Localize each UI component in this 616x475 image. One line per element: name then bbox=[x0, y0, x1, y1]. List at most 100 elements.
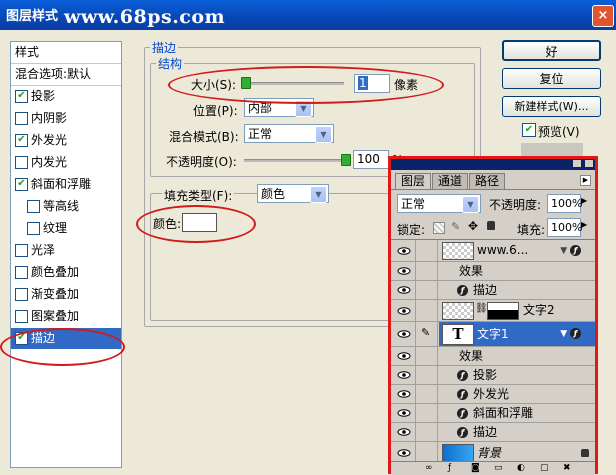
close-icon[interactable] bbox=[585, 160, 593, 167]
eye-icon[interactable] bbox=[393, 300, 416, 321]
eye-icon[interactable] bbox=[393, 347, 416, 365]
effect-row[interactable]: ƒ 描边 bbox=[391, 423, 595, 442]
fill-type-select[interactable]: 颜色 ▼ bbox=[257, 184, 329, 203]
link-layers-icon[interactable]: ∞ bbox=[425, 463, 433, 474]
eye-icon[interactable] bbox=[393, 281, 416, 299]
lock-paint-icon[interactable]: ✎ bbox=[451, 220, 460, 233]
style-item[interactable]: 混合选项:默认 bbox=[11, 64, 121, 85]
fx-icon: ƒ bbox=[570, 244, 581, 256]
ok-button[interactable]: 好 bbox=[502, 40, 601, 61]
style-checkbox[interactable] bbox=[27, 222, 40, 235]
style-list: 样式 混合选项:默认 ✔ 投影 内阴影 ✔ 外发光 内发光 ✔ 斜面和浮雕 等高线 纹理 光泽 颜色叠加… bbox=[10, 41, 122, 468]
link-slot[interactable] bbox=[417, 385, 438, 403]
style-item[interactable]: 颜色叠加 bbox=[11, 262, 121, 283]
new-style-button[interactable]: 新建样式(W)... bbox=[502, 96, 601, 117]
opacity-slider-thumb[interactable] bbox=[341, 154, 351, 166]
tab-0[interactable]: 图层 bbox=[395, 173, 432, 189]
style-checkbox[interactable] bbox=[15, 310, 28, 323]
opacity-slider[interactable] bbox=[244, 159, 350, 162]
chevron-down-icon[interactable]: ▼ bbox=[310, 186, 327, 203]
layer-blend-select[interactable]: 正常 ▼ bbox=[397, 194, 481, 213]
lock-all-icon[interactable] bbox=[487, 221, 495, 230]
chevron-right-icon[interactable]: ▶ bbox=[581, 220, 587, 229]
tab-1[interactable]: 通道 bbox=[432, 173, 469, 189]
opacity-input[interactable]: 100 bbox=[353, 150, 389, 169]
style-item[interactable]: 渐变叠加 bbox=[11, 284, 121, 305]
tab-2[interactable]: 路径 bbox=[469, 173, 506, 189]
adjustment-layer-icon[interactable]: ◐ bbox=[517, 463, 525, 474]
effects-toggle[interactable]: ▼ ƒ bbox=[560, 328, 581, 339]
effect-name: 斜面和浮雕 bbox=[473, 406, 534, 420]
eye-icon[interactable] bbox=[393, 240, 416, 261]
link-slot[interactable] bbox=[417, 240, 438, 261]
style-item[interactable]: 纹理 bbox=[11, 218, 121, 239]
style-checkbox[interactable] bbox=[27, 200, 40, 213]
chevron-down-icon[interactable]: ▼ bbox=[462, 196, 479, 213]
fill-input[interactable]: 100% bbox=[547, 218, 582, 237]
style-checkbox[interactable] bbox=[15, 156, 28, 169]
chevron-right-icon[interactable]: ▶ bbox=[581, 196, 587, 205]
layers-panel: 图层 通道 路径 ▶ 正常 ▼ 不透明度: 100% ▶ 锁定: ✎ ✥ 填充: 10… bbox=[388, 156, 598, 475]
new-group-icon[interactable]: ▭ bbox=[494, 463, 503, 474]
style-checkbox[interactable] bbox=[15, 112, 28, 125]
style-checkbox[interactable] bbox=[15, 288, 28, 301]
reset-button[interactable]: 复位 bbox=[502, 68, 601, 89]
style-checkbox[interactable]: ✔ bbox=[15, 90, 28, 103]
preview-checkbox[interactable]: ✔ bbox=[522, 123, 536, 137]
minimize-icon[interactable] bbox=[573, 160, 581, 167]
style-item[interactable]: 图案叠加 bbox=[11, 306, 121, 327]
style-item-label: 投影 bbox=[31, 89, 56, 103]
eye-icon[interactable] bbox=[393, 262, 416, 280]
eye-icon[interactable] bbox=[393, 385, 416, 403]
style-item[interactable]: 光泽 bbox=[11, 240, 121, 261]
panel-menu-icon[interactable]: ▶ bbox=[580, 175, 591, 186]
add-mask-icon[interactable]: ◙ bbox=[471, 463, 480, 474]
style-item-label: 外发光 bbox=[31, 133, 68, 147]
effects-toggle[interactable]: ▼ ƒ bbox=[560, 244, 581, 256]
chain-icon[interactable]: ⛓ bbox=[475, 303, 488, 314]
position-label: 位置(P): bbox=[193, 104, 238, 118]
effect-row[interactable]: ƒ 外发光 bbox=[391, 385, 595, 404]
style-item[interactable]: 内发光 bbox=[11, 152, 121, 173]
style-checkbox[interactable] bbox=[15, 266, 28, 279]
style-item[interactable]: 内阴影 bbox=[11, 108, 121, 129]
layer-row[interactable]: ⛓ 文字2 bbox=[391, 300, 595, 322]
style-item[interactable]: ✔ 斜面和浮雕 bbox=[11, 174, 121, 195]
delete-layer-icon[interactable]: ✖ bbox=[563, 463, 571, 474]
layer-opacity-input[interactable]: 100% bbox=[547, 194, 582, 213]
style-checkbox[interactable]: ✔ bbox=[15, 178, 28, 191]
chevron-down-icon[interactable]: ▼ bbox=[315, 126, 332, 143]
link-slot[interactable] bbox=[417, 347, 438, 365]
effects-header-row[interactable]: 效果 bbox=[391, 347, 595, 366]
effect-icon: ƒ bbox=[457, 284, 468, 296]
style-checkbox[interactable]: ✔ bbox=[15, 134, 28, 147]
link-slot[interactable] bbox=[417, 262, 438, 280]
eye-icon[interactable] bbox=[393, 404, 416, 422]
new-layer-icon[interactable]: ▢ bbox=[540, 463, 549, 474]
style-item[interactable]: ✔ 投影 bbox=[11, 86, 121, 107]
effect-row[interactable]: ƒ 斜面和浮雕 bbox=[391, 404, 595, 423]
blend-mode-select[interactable]: 正常 ▼ bbox=[244, 124, 334, 143]
link-slot[interactable] bbox=[417, 281, 438, 299]
link-slot[interactable]: ✎ bbox=[417, 322, 438, 346]
add-style-icon[interactable]: ƒ bbox=[448, 463, 451, 474]
link-slot[interactable] bbox=[417, 404, 438, 422]
eye-icon[interactable] bbox=[393, 423, 416, 441]
style-checkbox[interactable] bbox=[15, 244, 28, 257]
lock-transparency-icon[interactable] bbox=[433, 222, 445, 234]
layer-row[interactable]: ✎ T 文字1 ▼ ƒ bbox=[391, 322, 595, 347]
effect-row[interactable]: ƒ 描边 bbox=[391, 281, 595, 300]
link-slot[interactable] bbox=[417, 366, 438, 384]
effect-row[interactable]: ƒ 投影 bbox=[391, 366, 595, 385]
eye-icon[interactable] bbox=[393, 366, 416, 384]
close-button[interactable]: × bbox=[592, 5, 614, 27]
lock-move-icon[interactable]: ✥ bbox=[468, 219, 478, 233]
style-item[interactable]: ✔ 外发光 bbox=[11, 130, 121, 151]
link-slot[interactable] bbox=[417, 423, 438, 441]
eye-icon[interactable] bbox=[393, 322, 416, 346]
effect-name: 效果 bbox=[459, 264, 484, 278]
style-item[interactable]: 等高线 bbox=[11, 196, 121, 217]
effects-header-row[interactable]: 效果 bbox=[391, 262, 595, 281]
link-slot[interactable] bbox=[417, 300, 438, 321]
layer-row[interactable]: www.6... ▼ ƒ bbox=[391, 240, 595, 262]
